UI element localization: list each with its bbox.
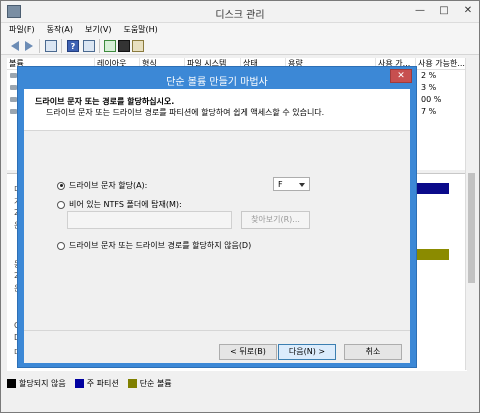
next-button[interactable]: 다음(N) > — [278, 344, 336, 360]
legend-label-unallocated: 할당되지 않음 — [19, 378, 66, 388]
percent-free-value: 00 % — [421, 95, 442, 104]
vertical-scrollbar[interactable] — [465, 58, 477, 370]
back-button[interactable]: < 뒤로(B) — [219, 344, 277, 360]
connect-disk-icon[interactable] — [118, 40, 130, 52]
properties-icon[interactable] — [83, 40, 95, 52]
percent-free-value: 3 % — [421, 83, 437, 92]
menu-action[interactable]: 동작(A) — [47, 23, 73, 37]
dialog-subheading: 드라이브 문자 또는 드라이브 경로를 파티션에 할당하여 쉽게 액세스할 수 … — [46, 108, 325, 117]
title-bar: 디스크 관리 — □ ✕ — [1, 1, 479, 23]
no-drive-letter-label[interactable]: 드라이브 문자 또는 드라이브 경로를 할당하지 않음(D) — [69, 240, 251, 251]
minimize-button[interactable]: — — [415, 5, 425, 17]
legend: 할당되지 않음 주 파티션 단순 볼륨 — [7, 376, 477, 390]
dialog-close-button[interactable]: ✕ — [390, 69, 412, 83]
folder-path-input[interactable] — [67, 211, 232, 229]
legend-swatch-simple — [127, 378, 137, 388]
volume-icon — [10, 85, 17, 90]
toolbar: ? — [1, 37, 479, 55]
scrollbar-thumb[interactable] — [468, 173, 475, 283]
mount-ntfs-folder-label[interactable]: 비어 있는 NTFS 폴더에 탑재(M): — [69, 199, 182, 210]
no-drive-letter-option[interactable]: 드라이브 문자 또는 드라이브 경로를 할당하지 않음(D) — [57, 240, 251, 251]
window-controls: — □ ✕ — [415, 5, 473, 17]
toolbar-separator — [61, 39, 62, 53]
menu-file[interactable]: 파일(F) — [9, 23, 35, 37]
settings-icon[interactable] — [132, 40, 144, 52]
dialog-title: 단순 볼륨 만들기 마법사 — [166, 77, 268, 88]
assign-drive-letter-radio[interactable] — [57, 181, 65, 190]
refresh-icon[interactable] — [104, 40, 116, 52]
column-percent-free[interactable]: 사용 가능한... — [416, 58, 467, 69]
cancel-button[interactable]: 취소 — [344, 344, 402, 360]
mount-ntfs-folder-radio[interactable] — [57, 200, 65, 209]
toolbar-separator — [39, 39, 40, 53]
volume-icon — [10, 109, 17, 114]
menu-bar: 파일(F) 동작(A) 보기(V) 도움말(H) — [1, 23, 479, 37]
dialog-header: 드라이브 문자 또는 경로를 할당하십시오. 드라이브 문자 또는 드라이브 경… — [24, 89, 410, 131]
dialog-separator — [24, 330, 410, 331]
no-drive-letter-radio[interactable] — [57, 241, 65, 250]
console-tree-icon[interactable] — [45, 40, 57, 52]
dialog-body: 드라이브 문자 또는 경로를 할당하십시오. 드라이브 문자 또는 드라이브 경… — [24, 89, 410, 363]
assign-drive-letter-label[interactable]: 드라이브 문자 할당(A): — [69, 180, 147, 191]
maximize-button[interactable]: □ — [439, 5, 449, 17]
mount-ntfs-folder-option[interactable]: 비어 있는 NTFS 폴더에 탑재(M): — [57, 199, 182, 210]
menu-help[interactable]: 도움말(H) — [123, 23, 157, 37]
window-title: 디스크 관리 — [215, 10, 265, 21]
browse-button[interactable]: 찾아보기(R)... — [241, 211, 310, 229]
volume-icon — [10, 73, 17, 78]
legend-swatch-primary — [74, 378, 84, 388]
legend-swatch-unallocated — [7, 378, 16, 388]
legend-label-primary: 주 파티션 — [86, 378, 119, 388]
toolbar-separator — [99, 39, 100, 53]
close-button[interactable]: ✕ — [463, 5, 473, 17]
forward-icon[interactable] — [23, 40, 35, 52]
new-simple-volume-wizard: 단순 볼륨 만들기 마법사 ✕ 드라이브 문자 또는 경로를 할당하십시오. 드… — [17, 66, 417, 368]
volume-icon — [10, 97, 17, 102]
drive-letter-value: F — [278, 180, 283, 189]
legend-label-simple: 단순 볼륨 — [139, 378, 172, 388]
chevron-down-icon — [299, 183, 305, 187]
help-icon[interactable]: ? — [67, 40, 79, 52]
percent-free-value: 2 % — [421, 71, 437, 80]
percent-free-value: 7 % — [421, 107, 437, 116]
menu-view[interactable]: 보기(V) — [85, 23, 111, 37]
dialog-heading: 드라이브 문자 또는 경로를 할당하십시오. — [35, 97, 175, 106]
drive-letter-select[interactable]: F — [273, 177, 310, 191]
assign-drive-letter-option[interactable]: 드라이브 문자 할당(A): — [57, 180, 147, 191]
back-icon[interactable] — [9, 40, 21, 52]
dialog-title-bar: 단순 볼륨 만들기 마법사 ✕ — [18, 67, 416, 89]
